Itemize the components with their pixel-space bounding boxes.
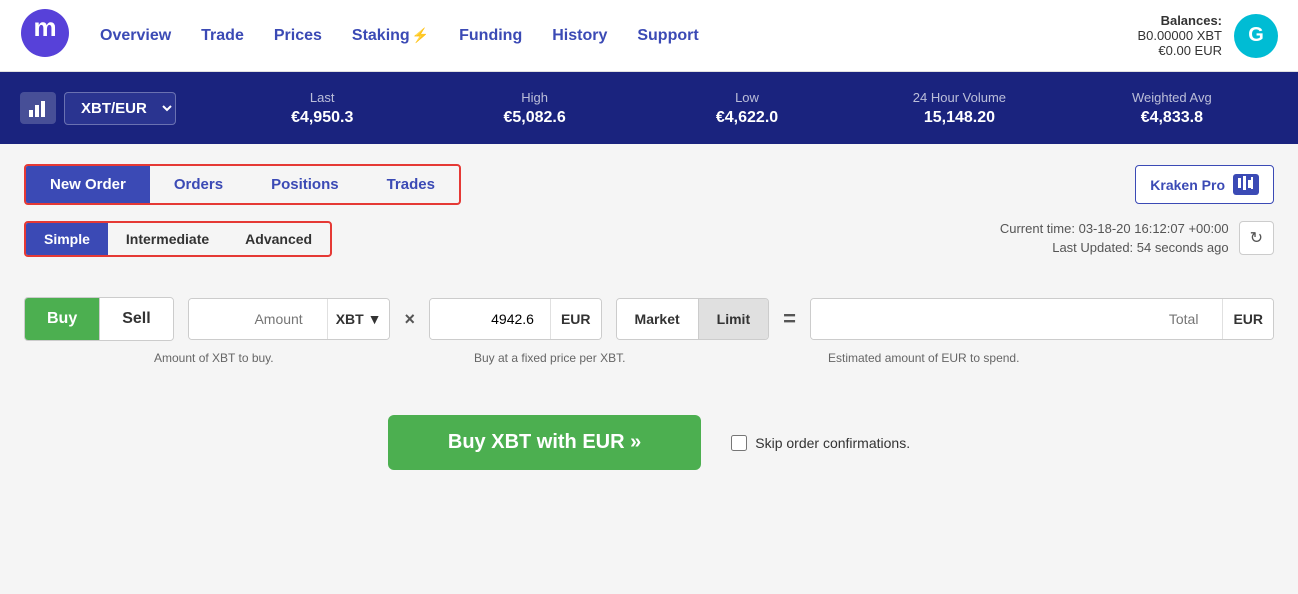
- order-form: Buy Sell XBT ▼ × EUR Market Limit =: [24, 297, 1274, 341]
- ticker-wavg: Weighted Avg €4,833.8: [1066, 90, 1278, 127]
- nav-prices[interactable]: Prices: [274, 27, 322, 45]
- refresh-button[interactable]: ↻: [1239, 221, 1274, 255]
- nav-links: Overview Trade Prices Staking ⚡ Funding …: [100, 27, 1137, 45]
- buy-submit-button[interactable]: Buy XBT with EUR »: [388, 415, 701, 470]
- user-avatar[interactable]: G: [1234, 14, 1278, 58]
- updated-label: Last Updated:: [1052, 240, 1133, 255]
- current-time-value: 03-18-20 16:12:07 +00:00: [1079, 221, 1229, 236]
- tab-positions[interactable]: Positions: [247, 166, 363, 203]
- current-time-label: Current time:: [1000, 221, 1075, 236]
- buy-sell-group: Buy Sell: [24, 297, 174, 341]
- nav-trade[interactable]: Trade: [201, 27, 244, 45]
- market-btn[interactable]: Market: [617, 299, 699, 339]
- amount-currency-selector[interactable]: XBT ▼: [327, 299, 390, 339]
- total-currency: EUR: [1222, 299, 1273, 339]
- balance-eur: €0.00 EUR: [1137, 43, 1222, 58]
- kraken-pro-icon: [1233, 174, 1259, 195]
- top-navigation: m Overview Trade Prices Staking ⚡ Fundin…: [0, 0, 1298, 72]
- price-input[interactable]: [430, 299, 550, 339]
- mode-tab-group: Simple Intermediate Advanced: [24, 221, 332, 257]
- buy-button[interactable]: Buy: [25, 298, 99, 340]
- time-right: Current time: 03-18-20 16:12:07 +00:00 L…: [1000, 221, 1274, 259]
- last-label: Last: [216, 90, 428, 105]
- total-group: EUR: [810, 298, 1274, 340]
- chart-icon[interactable]: [20, 92, 56, 124]
- nav-support[interactable]: Support: [637, 27, 698, 45]
- hint-total: Estimated amount of EUR to spend.: [828, 351, 1019, 365]
- hint-price: Buy at a fixed price per XBT.: [474, 351, 754, 365]
- wavg-label: Weighted Avg: [1066, 90, 1278, 105]
- balance-xbt: B0.00000 XBT: [1137, 28, 1222, 43]
- buy-submit-section: Buy XBT with EUR » Skip order confirmati…: [24, 395, 1274, 490]
- nav-history[interactable]: History: [552, 27, 607, 45]
- volume-label: 24 Hour Volume: [853, 90, 1065, 105]
- mode-advanced[interactable]: Advanced: [227, 223, 330, 255]
- tab-orders[interactable]: Orders: [150, 166, 247, 203]
- pair-selector[interactable]: XBT/EUR: [64, 92, 176, 125]
- tab-new-order[interactable]: New Order: [26, 166, 150, 203]
- ticker-bar: XBT/EUR Last €4,950.3 High €5,082.6 Low …: [0, 72, 1298, 144]
- skip-confirm-section: Skip order confirmations.: [731, 435, 910, 451]
- ticker-pair: XBT/EUR: [20, 92, 176, 125]
- logo[interactable]: m: [20, 8, 70, 63]
- balances-display: Balances: B0.00000 XBT €0.00 EUR: [1137, 13, 1222, 58]
- nav-staking[interactable]: Staking ⚡: [352, 27, 429, 45]
- high-value: €5,082.6: [428, 109, 640, 127]
- amount-label-text: [319, 299, 327, 339]
- limit-btn[interactable]: Limit: [699, 299, 768, 339]
- high-label: High: [428, 90, 640, 105]
- volume-value: 15,148.20: [853, 109, 1065, 127]
- nav-funding[interactable]: Funding: [459, 27, 522, 45]
- tab-bar: New Order Orders Positions Trades Kraken…: [24, 164, 1274, 205]
- order-type-group: Market Limit: [616, 298, 770, 340]
- price-currency: EUR: [550, 299, 601, 339]
- ticker-last: Last €4,950.3: [216, 90, 428, 127]
- last-value: €4,950.3: [216, 109, 428, 127]
- current-time: Current time: 03-18-20 16:12:07 +00:00: [1000, 221, 1229, 236]
- balances-label: Balances:: [1137, 13, 1222, 28]
- total-label-text: [1214, 299, 1222, 339]
- svg-text:m: m: [33, 12, 56, 42]
- time-display: Current time: 03-18-20 16:12:07 +00:00 L…: [1000, 221, 1229, 259]
- mode-intermediate[interactable]: Intermediate: [108, 223, 227, 255]
- sell-button[interactable]: Sell: [99, 298, 172, 340]
- amount-group: XBT ▼: [188, 298, 391, 340]
- nav-overview[interactable]: Overview: [100, 27, 171, 45]
- price-group: EUR: [429, 298, 602, 340]
- wavg-value: €4,833.8: [1066, 109, 1278, 127]
- amount-input[interactable]: [189, 299, 319, 339]
- low-label: Low: [641, 90, 853, 105]
- order-hints: Amount of XBT to buy. Buy at a fixed pri…: [154, 351, 1274, 365]
- low-value: €4,622.0: [641, 109, 853, 127]
- equals-sign: =: [783, 306, 796, 332]
- kraken-pro-button[interactable]: Kraken Pro: [1135, 165, 1274, 204]
- skip-confirm-label: Skip order confirmations.: [755, 435, 910, 451]
- main-content: New Order Orders Positions Trades Kraken…: [0, 144, 1298, 510]
- last-updated: Last Updated: 54 seconds ago: [1000, 240, 1229, 255]
- tab-trades[interactable]: Trades: [363, 166, 459, 203]
- ticker-volume: 24 Hour Volume 15,148.20: [853, 90, 1065, 127]
- times-sign: ×: [404, 309, 415, 330]
- total-input[interactable]: [811, 299, 1214, 339]
- mode-simple[interactable]: Simple: [26, 223, 108, 255]
- ticker-high: High €5,082.6: [428, 90, 640, 127]
- kraken-pro-label: Kraken Pro: [1150, 177, 1225, 193]
- main-tab-group: New Order Orders Positions Trades: [24, 164, 461, 205]
- skip-confirm-checkbox[interactable]: [731, 435, 747, 451]
- lightning-icon: ⚡: [412, 27, 429, 44]
- time-section: Simple Intermediate Advanced Current tim…: [24, 221, 1274, 277]
- ticker-low: Low €4,622.0: [641, 90, 853, 127]
- nav-right: Balances: B0.00000 XBT €0.00 EUR G: [1137, 13, 1278, 58]
- hint-amount: Amount of XBT to buy.: [154, 351, 444, 365]
- updated-value: 54 seconds ago: [1137, 240, 1229, 255]
